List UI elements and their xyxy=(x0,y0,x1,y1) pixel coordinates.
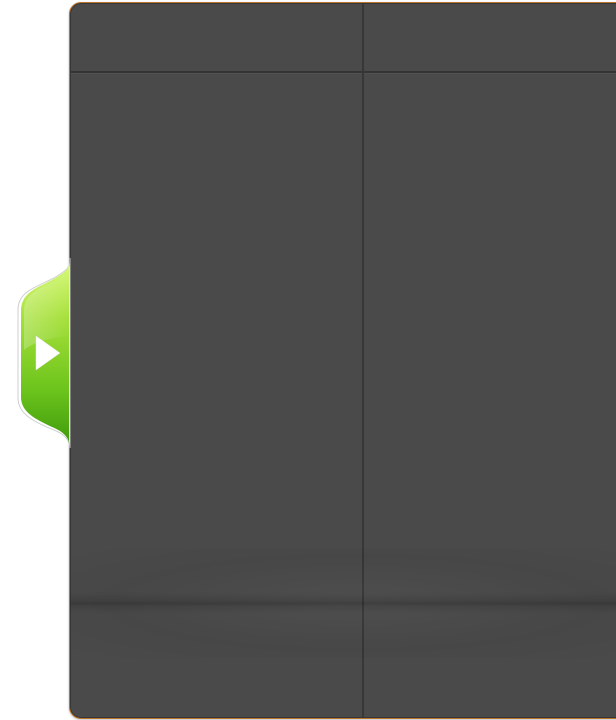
panel-texture-line xyxy=(70,593,616,613)
expand-panel-tab[interactable] xyxy=(14,258,78,448)
tab-shape xyxy=(17,258,71,448)
main-panel xyxy=(69,2,616,719)
panel-header xyxy=(70,3,616,73)
app-canvas xyxy=(0,0,616,720)
